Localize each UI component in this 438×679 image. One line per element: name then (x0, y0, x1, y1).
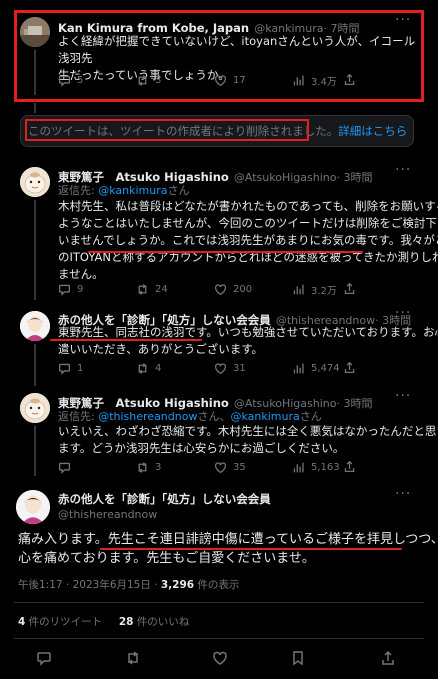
share-button[interactable] (343, 361, 356, 374)
heart-icon (214, 74, 227, 86)
annotation-underline (100, 548, 402, 550)
retweet-button[interactable]: 3 (136, 74, 214, 87)
tweet-time[interactable]: · 3時間 (336, 397, 372, 410)
retweet-button[interactable]: 4 (136, 362, 214, 375)
reply-to-line: 返信先: @thishereandnowさん、@kankimuraさん (58, 410, 322, 423)
retweet-icon (138, 74, 147, 86)
retweet-button[interactable]: 3 (136, 461, 214, 474)
tweet3-text: 東野先生、同志社の浅羽です。いつも勉強させていただいております。お心 遣いいただ… (58, 325, 438, 356)
views-icon (293, 284, 304, 294)
reply-icon (58, 284, 71, 296)
avatar-atsuko-higashino[interactable] (20, 393, 50, 423)
share-button[interactable] (343, 73, 356, 86)
thread-line (34, 200, 36, 300)
retweet-icon (138, 283, 147, 295)
tweet4-text: いえいえ、わざわざ恐縮です。木村先生には全く悪気はなかったんだと思い ます。どう… (58, 424, 438, 455)
share-button[interactable] (343, 460, 356, 473)
retweet-icon (138, 461, 147, 473)
thread-line (34, 103, 36, 113)
heart-icon (214, 461, 227, 473)
views-icon (293, 363, 304, 373)
tweet4-actions: 3 35 5,163 (58, 460, 358, 474)
main-author-handle[interactable]: @thishereandnow (58, 508, 157, 521)
reply-button[interactable]: 1 (58, 362, 136, 375)
views-icon (293, 462, 304, 472)
reply-icon (58, 75, 71, 87)
like-button[interactable]: 200 (214, 283, 292, 296)
share-icon[interactable] (380, 650, 396, 666)
like-button[interactable]: 35 (214, 461, 292, 474)
views-icon (293, 75, 304, 85)
thread-line (34, 426, 36, 476)
tweet1-actions: 5 3 17 3.4万 (58, 73, 358, 88)
thread-line (34, 344, 36, 386)
more-options-icon[interactable]: ··· (395, 162, 411, 178)
tweet2-text: 木村先生、私は普段はどなたが書かれたものであっても、削除をお願いする ようなこと… (58, 199, 438, 281)
more-options-icon[interactable]: ··· (395, 388, 411, 404)
share-icon (344, 73, 355, 86)
avatar-thishereandnow[interactable] (20, 311, 50, 341)
like-button[interactable]: 17 (214, 74, 292, 87)
avatar-atsuko-higashino[interactable] (20, 167, 50, 197)
retweet-icon (138, 362, 147, 374)
learn-more-link[interactable]: 詳細はこちら (338, 124, 407, 138)
annotation-underline (50, 339, 202, 341)
more-options-icon[interactable]: ··· (395, 12, 411, 28)
share-icon (344, 460, 355, 473)
heart-icon[interactable] (212, 650, 228, 666)
engagement-stats: 4 件のリツイート 28 件のいいね (18, 614, 189, 629)
thread-line (34, 50, 36, 95)
reply-button[interactable]: 5 (58, 74, 136, 87)
annotation-box-deleted (25, 119, 309, 141)
main-tweet-meta: 午後1:17 · 2023年6月15日 · 3,296 件の表示 (18, 579, 240, 591)
main-tweet-actions (0, 648, 438, 668)
retweet-button[interactable]: 24 (136, 283, 214, 296)
views-count: 3,296 (160, 579, 195, 591)
reply-icon (58, 363, 71, 375)
bookmark-icon[interactable] (290, 650, 306, 666)
avatar-kan-kimura[interactable] (20, 17, 50, 47)
like-stat[interactable]: 28 件のいいね (119, 616, 189, 628)
more-options-icon[interactable]: ··· (395, 486, 411, 502)
author-handle[interactable]: @AtsukoHigashino (234, 171, 337, 184)
divider (14, 602, 424, 603)
reply-to-link[interactable]: @thishereandnow (98, 410, 197, 423)
share-icon (344, 282, 355, 295)
reply-icon (58, 462, 71, 474)
tweet-time[interactable]: · 3時間 (336, 171, 372, 184)
like-button[interactable]: 31 (214, 362, 292, 375)
share-icon (344, 361, 355, 374)
reply-button[interactable]: 9 (58, 283, 136, 296)
reply-button[interactable] (58, 461, 136, 474)
annotation-underline (88, 251, 363, 253)
retweet-icon[interactable] (125, 650, 141, 666)
timestamp[interactable]: 午後1:17 · 2023年6月15日 · (18, 579, 161, 591)
heart-icon (214, 283, 227, 295)
main-author-name[interactable]: 赤の他人を「診断」「処方」しない会会員 (58, 491, 271, 507)
more-options-icon[interactable]: ··· (395, 305, 411, 321)
reply-to-link[interactable]: @kankimura (98, 184, 167, 197)
retweet-stat[interactable]: 4 件のリツイート (18, 616, 102, 628)
share-button[interactable] (343, 282, 356, 295)
reply-icon[interactable] (36, 650, 52, 666)
heart-icon (214, 362, 227, 374)
reply-to-line: 返信先: @kankimuraさん (58, 184, 190, 197)
reply-to-link[interactable]: @kankimura (230, 410, 299, 423)
tweet2-actions: 9 24 200 3.2万 (58, 282, 358, 297)
divider (14, 638, 424, 639)
avatar-thishereandnow[interactable] (16, 490, 50, 524)
tweet3-actions: 1 4 31 5,474 (58, 361, 358, 375)
